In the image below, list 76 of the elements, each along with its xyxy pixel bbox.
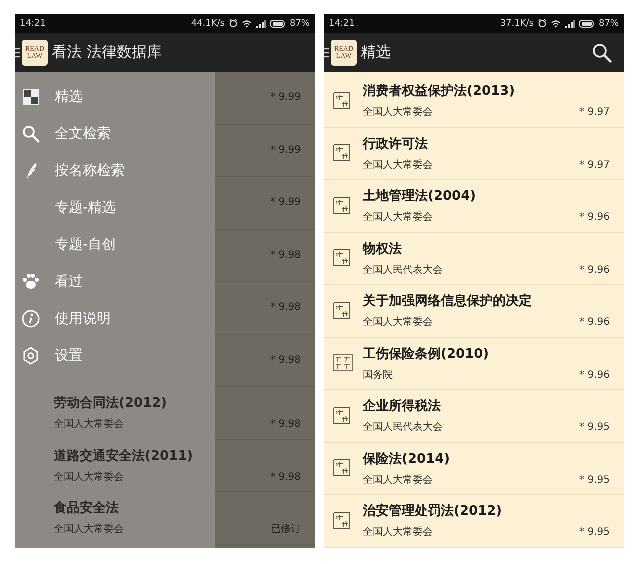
rating: * 9.98 [270, 354, 301, 366]
signal-icon [564, 20, 575, 28]
law-title: 工伤保险条例(2010) [363, 346, 490, 363]
rating: * 9.96 [580, 370, 610, 381]
law-list-item[interactable]: 工伤保险条例(2010) 国务院 * 9.96 [324, 338, 624, 390]
law-list-item[interactable]: 物权法 全国人民代表大会 * 9.96 [324, 232, 624, 285]
issuing-body: 全国人民代表大会 [363, 264, 443, 277]
law-title: 道路交通安全法(2011) [54, 448, 194, 465]
issuing-body: 全国人大常委会 [363, 158, 433, 172]
law-list-item[interactable]: 企业所得税法 全国人民代表大会 * 9.95 [324, 390, 624, 442]
law-title: 关于加强网络信息保护的决定 [363, 292, 533, 310]
rating: * 9.99 [270, 197, 301, 208]
rating: * 9.98 [270, 472, 301, 483]
app-title: 精选 [361, 43, 391, 62]
paw-icon [22, 273, 40, 290]
wifi-icon [242, 20, 252, 28]
issuing-body: 全国人大常委会 [363, 526, 433, 540]
rating: * 9.95 [580, 422, 610, 434]
stamp-icon [332, 352, 354, 374]
issuing-body: 全国人大常委会 [54, 418, 124, 432]
issuing-body: 全国人民代表大会 [363, 420, 443, 434]
law-title: 行政许可法 [363, 136, 429, 153]
rating: * 9.96 [580, 317, 610, 328]
law-title: 物权法 [363, 240, 403, 258]
law-title: 企业所得税法 [363, 398, 442, 416]
alarm-icon [228, 19, 238, 28]
rating: 已修订 [271, 523, 301, 536]
battery-icon [270, 20, 286, 28]
law-list-item[interactable]: 行政许可法 全国人大常委会 * 9.97 [324, 128, 624, 180]
menu-icon[interactable] [324, 48, 329, 58]
status-time: 14:21 [329, 18, 355, 28]
grid-icon [22, 88, 40, 106]
issuing-body: 国务院 [363, 368, 393, 382]
rating: * 9.97 [580, 107, 610, 118]
law-title: 劳动合同法(2012) [54, 395, 168, 412]
signal-icon [256, 20, 266, 28]
rating: * 9.96 [580, 264, 610, 276]
law-list-item[interactable]: 保险法(2014) 全国人大常委会 * 9.95 [324, 442, 624, 495]
issuing-body: 全国人大常委会 [363, 210, 433, 224]
issuing-body: 全国人大常委会 [54, 522, 124, 536]
status-time: 14:21 [20, 18, 46, 28]
rating: * 9.98 [270, 419, 301, 430]
battery-level: 87% [290, 18, 310, 28]
rating: * 9.98 [270, 302, 301, 314]
issuing-body: 全国人大常委会 [363, 106, 433, 120]
menu-icon[interactable] [15, 48, 20, 58]
rating: * 9.97 [580, 160, 610, 171]
law-title: 治安管理处罚法(2012) [363, 502, 504, 520]
rating: * 9.99 [270, 92, 301, 104]
issuing-body: 全国人大常委会 [363, 474, 433, 487]
rating: * 9.95 [580, 527, 610, 538]
law-list-item[interactable]: 消费者权益保护法(2013) 全国人大常委会 * 9.97 [324, 75, 624, 128]
battery-icon [578, 20, 595, 28]
battery-level: 87% [598, 18, 619, 28]
rating: * 9.98 [270, 250, 301, 261]
network-speed: 44.1K/s [191, 18, 225, 28]
app-title: 看法 法律数据库 [52, 43, 162, 62]
law-title: 保险法(2014) [363, 450, 452, 468]
settings-icon [22, 346, 40, 364]
rating: * 9.99 [270, 144, 301, 156]
network-speed: 37.1K/s [500, 18, 534, 28]
info-icon [22, 310, 40, 328]
law-title: 食品安全法 [54, 500, 120, 518]
issuing-body: 全国人大常委会 [54, 470, 124, 484]
law-list-item[interactable]: 关于加强网络信息保护的决定 全国人大常委会 * 9.96 [324, 285, 624, 338]
rating: * 9.95 [580, 474, 610, 486]
law-title: 土地管理法(2004) [363, 188, 478, 206]
wifi-icon [550, 20, 561, 28]
rating: * 9.96 [580, 212, 610, 224]
search-icon[interactable] [592, 42, 612, 62]
law-title: 消费者权益保护法(2013) [363, 82, 516, 100]
alarm-icon [538, 19, 547, 28]
search-icon [22, 124, 40, 142]
law-list-item[interactable]: 土地管理法(2004) 全国人大常委会 * 9.96 [324, 180, 624, 232]
issuing-body: 全国人大常委会 [363, 316, 433, 330]
law-list-item[interactable]: 治安管理处罚法(2012) 全国人大常委会 * 9.95 [324, 495, 624, 548]
